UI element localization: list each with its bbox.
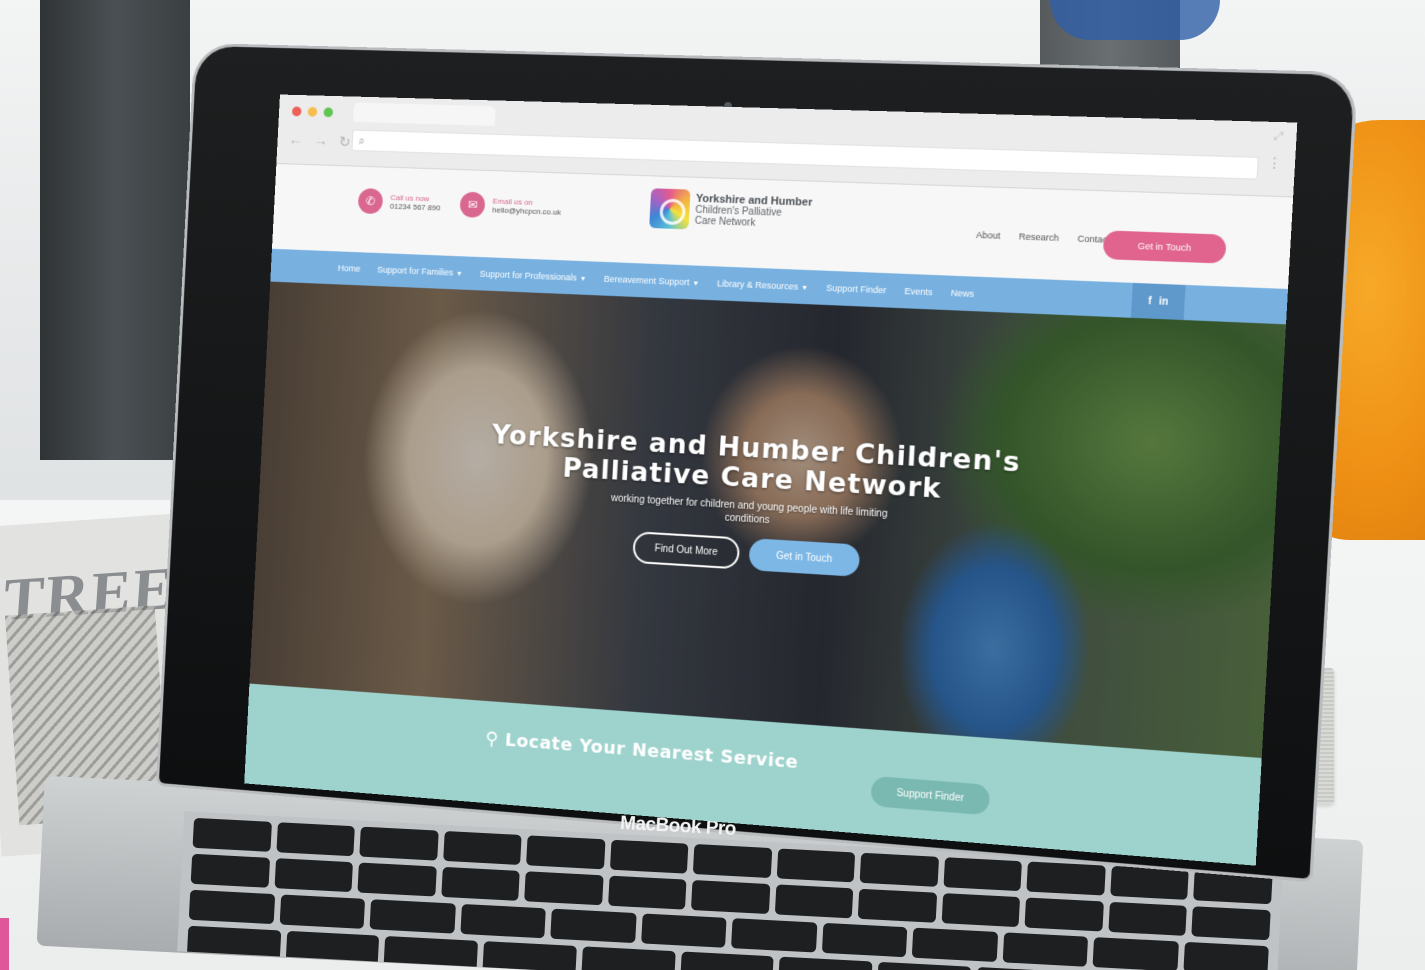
call-us-text: Call us now 01234 567 890 [390, 193, 441, 212]
get-in-touch-header-button[interactable]: Get in Touch [1103, 230, 1227, 263]
background-window-frame [40, 0, 190, 460]
nav-item-label: Support Finder [826, 283, 887, 296]
nav-item-label: News [951, 288, 975, 299]
nav-item-label: Bereavement Support [604, 274, 690, 287]
nav-item-events[interactable]: Events [904, 286, 933, 297]
support-finder-button[interactable]: Support Finder [870, 776, 990, 816]
email-us-block[interactable]: ✉ Email us on hello@yhcpcn.co.uk [459, 192, 562, 221]
nav-item-support-professionals[interactable]: Support for Professionals ▼ [480, 269, 587, 283]
top-link-research[interactable]: Research [1019, 231, 1060, 243]
chevron-down-icon: ▼ [456, 271, 463, 278]
nav-item-label: Library & Resources [717, 278, 799, 291]
nav-item-support-families[interactable]: Support for Families ▼ [377, 265, 463, 278]
chevron-down-icon: ▼ [692, 280, 699, 287]
get-in-touch-hero-button[interactable]: Get in Touch [748, 538, 860, 577]
back-arrow-icon[interactable]: ← [288, 132, 303, 150]
browser-tab[interactable] [353, 102, 496, 126]
window-controls [292, 106, 333, 117]
browser-menu-icon[interactable]: ⋮ [1267, 159, 1282, 166]
email-us-text: Email us on hello@yhcpcn.co.uk [492, 197, 562, 217]
close-window-button[interactable] [292, 106, 302, 116]
logo-text: Yorkshire and Humber Children's Palliati… [694, 193, 812, 230]
nav-item-support-finder[interactable]: Support Finder [826, 283, 887, 296]
phone-icon: ✆ [358, 188, 384, 214]
forward-arrow-icon[interactable]: → [313, 132, 328, 150]
hero-copy: Yorkshire and Humber Children's Palliati… [257, 409, 1278, 603]
reload-icon[interactable]: ↻ [338, 133, 351, 151]
map-pin-icon: ⚲ [485, 728, 499, 750]
facebook-icon[interactable]: f [1148, 295, 1152, 306]
nav-item-label: Events [904, 286, 933, 297]
nav-item-label: Home [338, 263, 361, 274]
nav-item-home[interactable]: Home [338, 263, 361, 274]
site-logo[interactable]: Yorkshire and Humber Children's Palliati… [649, 188, 813, 234]
locate-title-text: Locate Your Nearest Service [504, 730, 798, 773]
linkedin-icon[interactable]: in [1159, 296, 1169, 308]
nav-item-library[interactable]: Library & Resources ▼ [717, 278, 809, 292]
nav-item-label: Support for Families [377, 265, 454, 278]
search-icon: ⌕ [358, 134, 365, 149]
nav-item-news[interactable]: News [951, 288, 975, 299]
nav-item-label: Support for Professionals [480, 269, 578, 283]
chevron-down-icon: ▼ [801, 285, 808, 292]
fullscreen-icon[interactable]: ⤢ [1274, 130, 1284, 144]
nav-item-bereavement[interactable]: Bereavement Support ▼ [604, 274, 700, 288]
pink-corner-tab [0, 918, 9, 970]
maximize-window-button[interactable] [323, 107, 333, 117]
find-out-more-button[interactable]: Find Out More [632, 531, 740, 569]
social-links: f in [1131, 283, 1186, 320]
envelope-icon: ✉ [459, 192, 485, 218]
browser-nav: ← → ↻ [288, 132, 351, 151]
call-us-block[interactable]: ✆ Call us now 01234 567 890 [358, 188, 442, 216]
chevron-down-icon: ▼ [579, 276, 586, 283]
background-blue-object [1050, 0, 1220, 40]
minimize-window-button[interactable] [308, 107, 318, 117]
email-address: hello@yhcpcn.co.uk [492, 205, 561, 216]
locate-title: ⚲ Locate Your Nearest Service [485, 728, 799, 773]
top-link-about[interactable]: About [976, 230, 1001, 241]
laptop-screen: ← → ↻ ⌕ ⋮ ⤢ ✆ Call us now 01234 567 890 … [244, 95, 1297, 866]
phone-number: 01234 567 890 [390, 202, 441, 213]
top-links: About Research Contact [976, 230, 1110, 245]
logo-swirl-icon [649, 188, 690, 229]
